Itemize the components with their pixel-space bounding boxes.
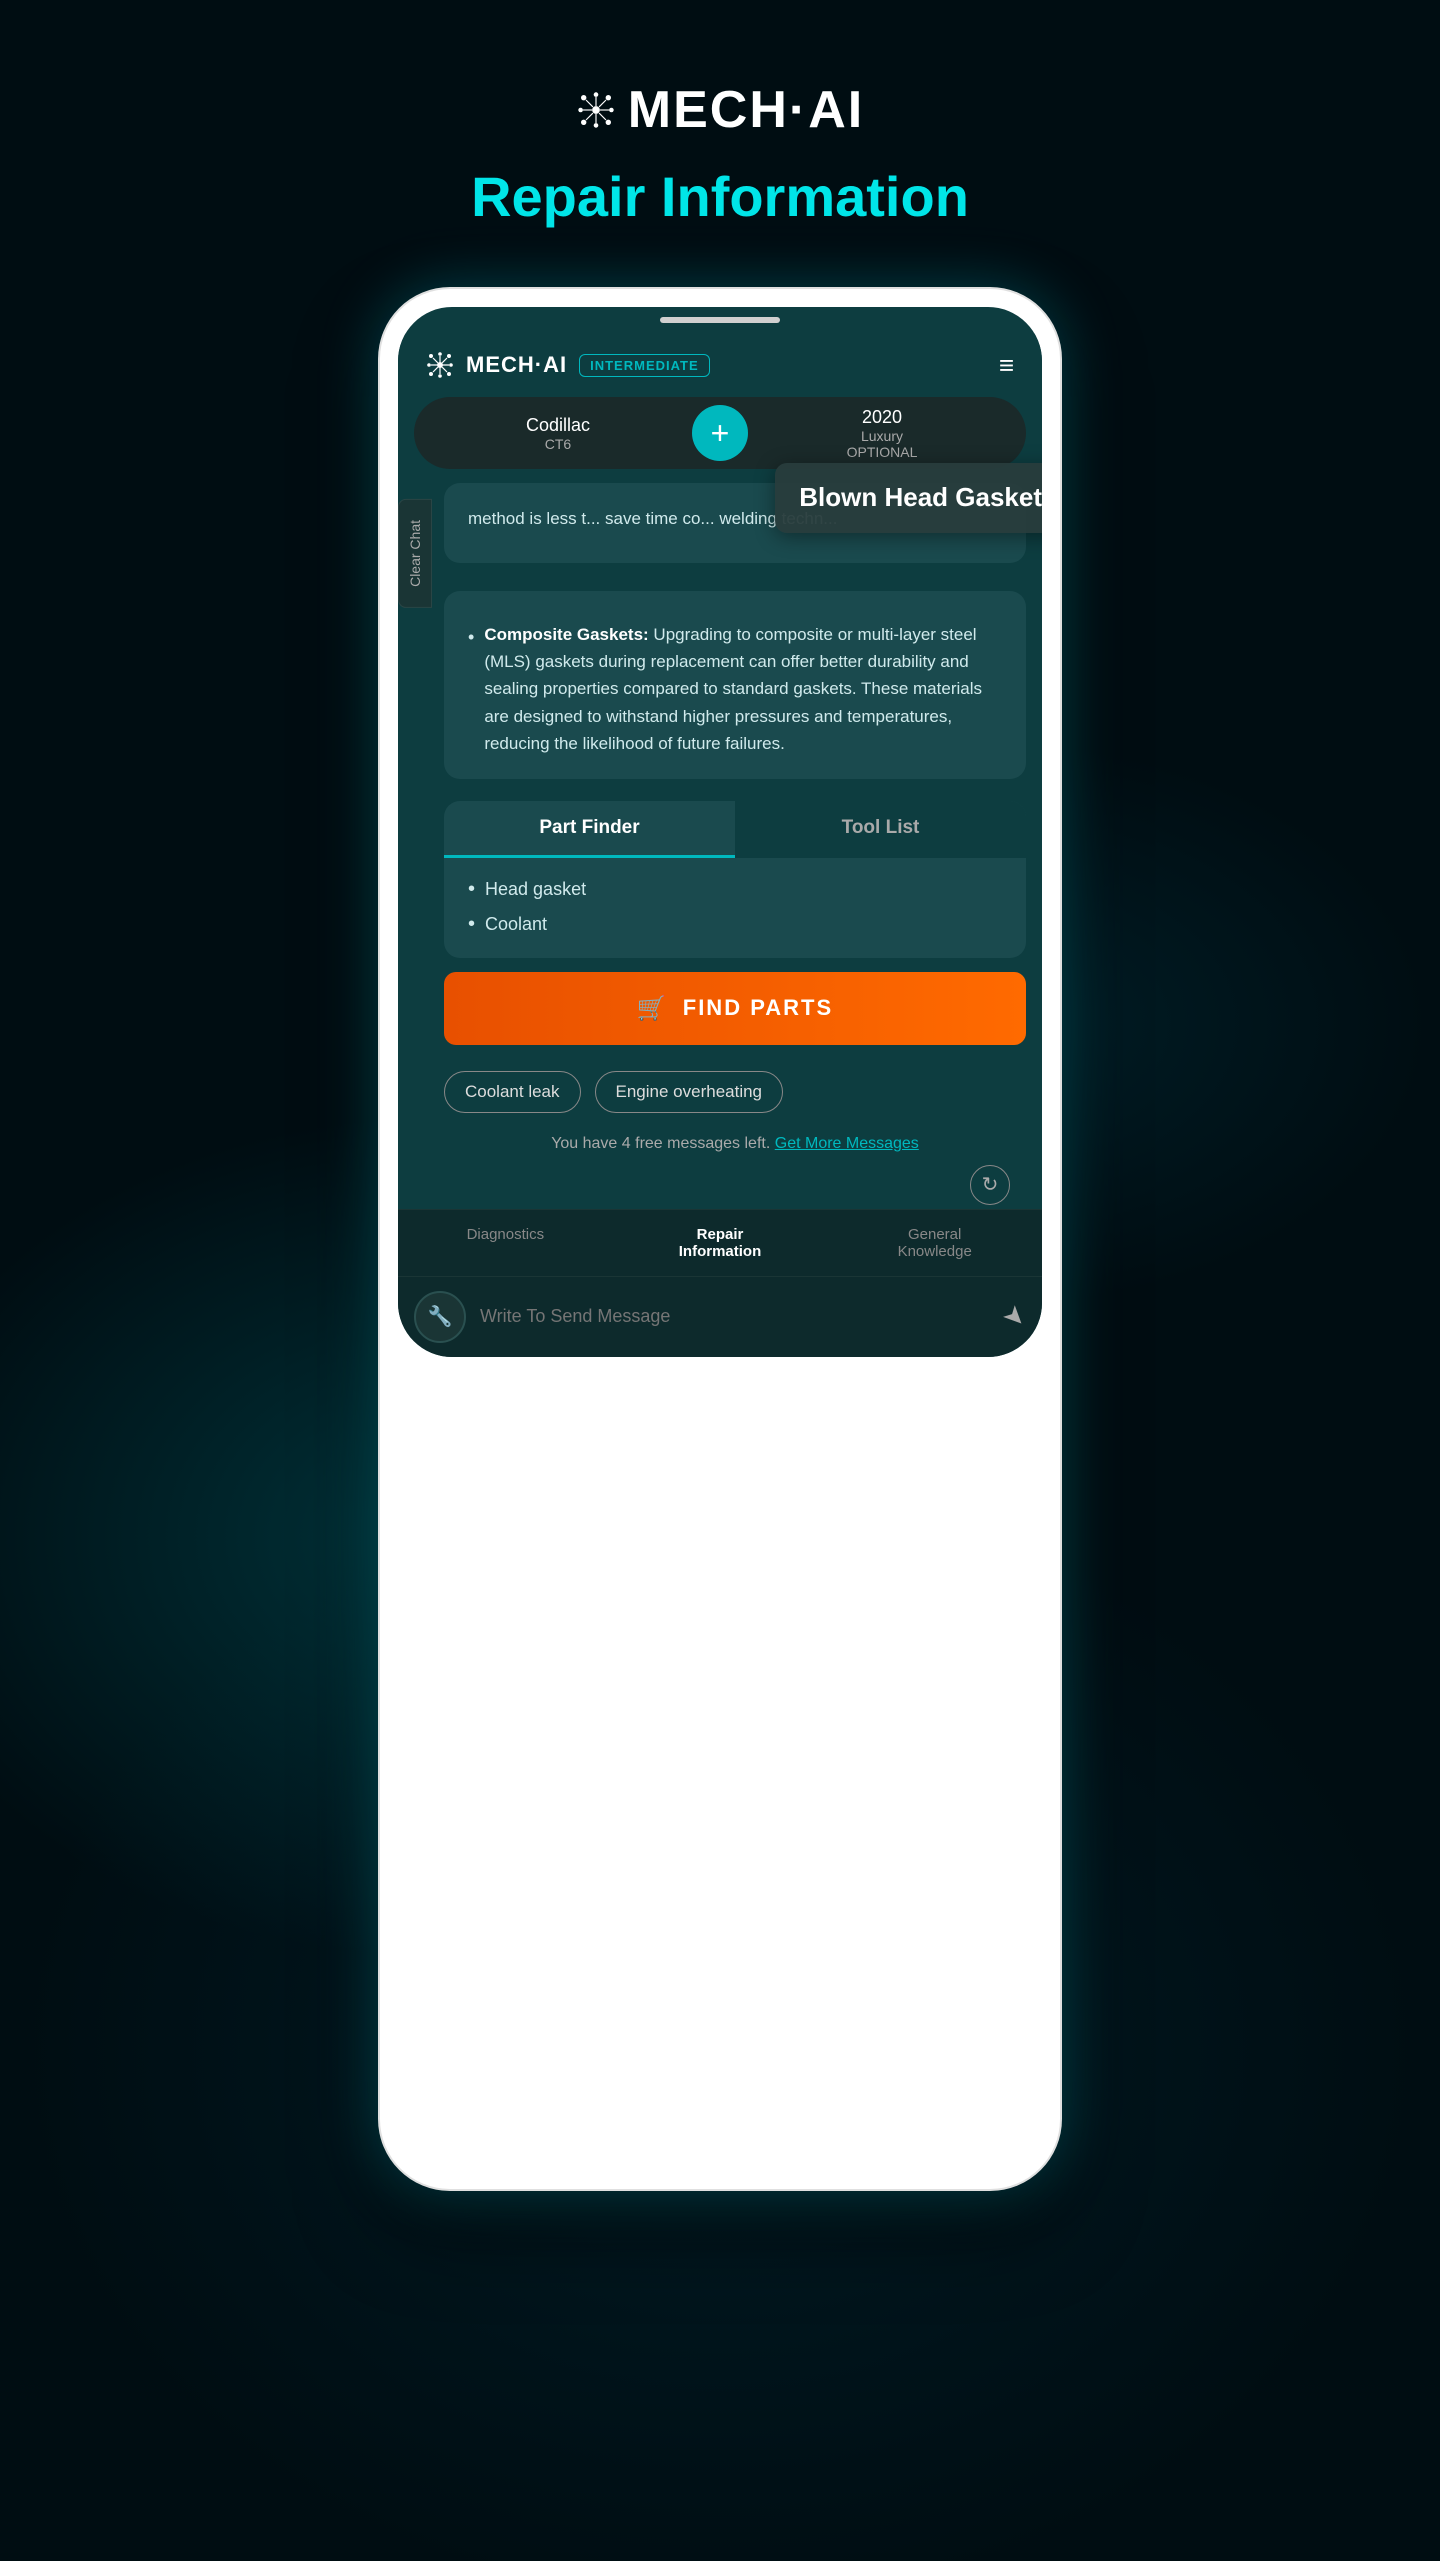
vehicle-info-left: Codillac CT6 (434, 415, 682, 452)
refresh-button[interactable]: ↻ (970, 1165, 1010, 1205)
obd-symbol: 🔧 (428, 1304, 453, 1329)
parts-list-item-1: Head gasket (468, 878, 1002, 901)
message-input-area: 🔧 ➤ (398, 1276, 1042, 1357)
suggestion-chips: Coolant leak Engine overheating (444, 1061, 1026, 1123)
bullet-text-composite: Composite Gaskets: Upgrading to composit… (484, 621, 1002, 757)
composite-body: Upgrading to composite or multi-layer st… (484, 625, 982, 753)
vehicle-trim: Luxury OPTIONAL (758, 428, 1006, 460)
obd-icon: 🔧 (414, 1291, 466, 1343)
main-chat: method is less t... save time co... weld… (428, 469, 1042, 1209)
level-badge: INTERMEDIATE (579, 354, 710, 377)
cart-icon: 🛒 (637, 994, 669, 1023)
parts-list-item-2: Coolant (468, 913, 1002, 936)
hamburger-menu[interactable]: ≡ (999, 352, 1014, 378)
app-logo-area: MECH·AI INTERMEDIATE (426, 351, 710, 379)
app-logo-icon (426, 351, 454, 379)
part-name-1: Head gasket (485, 879, 586, 900)
get-more-messages-link[interactable]: Get More Messages (775, 1135, 919, 1152)
send-button[interactable]: ➤ (996, 1298, 1033, 1335)
find-parts-label: FIND PARTS (683, 995, 833, 1021)
tooltip-text: Blown Head Gasket (799, 482, 1042, 512)
composite-rest: Gaskets: (572, 625, 649, 644)
refresh-icon: ↻ (982, 1172, 999, 1197)
app-header: MECH·AI INTERMEDIATE ≡ (398, 333, 1042, 397)
clear-chat-button[interactable]: Clear Chat (398, 499, 432, 608)
free-messages-text: You have 4 free messages left. (551, 1135, 770, 1152)
parts-content: Head gasket Coolant (444, 858, 1026, 958)
bullet-item-composite: • Composite Gaskets: Upgrading to compos… (468, 621, 1002, 757)
blown-head-gasket-tooltip: Blown Head Gasket (775, 463, 1042, 533)
phone-inner: MECH·AI INTERMEDIATE ≡ Codillac CT6 + 20… (398, 307, 1042, 1357)
phone-mockup: MECH·AI INTERMEDIATE ≡ Codillac CT6 + 20… (380, 289, 1060, 2189)
brand-logo: MECH·AI (576, 80, 864, 140)
brand-name: MECH·AI (628, 80, 864, 140)
nav-repair-information[interactable]: RepairInformation (613, 1210, 828, 1276)
chip-coolant-leak[interactable]: Coolant leak (444, 1071, 581, 1113)
app-name: MECH·AI (466, 352, 567, 378)
parts-tabs: Part Finder Tool List (444, 801, 1026, 858)
bullet-dot: • (468, 623, 474, 757)
refresh-area: ↻ (444, 1165, 1026, 1205)
nav-general-knowledge[interactable]: GeneralKnowledge (827, 1210, 1042, 1276)
page-title: Repair Information (471, 164, 969, 229)
nav-repair-label: RepairInformation (679, 1226, 762, 1260)
chat-bubble-truncated: method is less t... save time co... weld… (444, 483, 1026, 563)
vehicle-year: 2020 (758, 407, 1006, 428)
brand-header: MECH·AI Repair Information (471, 80, 969, 289)
composite-gaskets-bubble: • Composite Gaskets: Upgrading to compos… (444, 591, 1026, 779)
mech-ai-logo-icon (576, 90, 616, 130)
parts-section: Part Finder Tool List Head gasket Coolan… (444, 801, 1026, 958)
chip-engine-overheating[interactable]: Engine overheating (595, 1071, 784, 1113)
page-content: MECH·AI Repair Information (0, 0, 1440, 2189)
tab-tool-list[interactable]: Tool List (735, 801, 1026, 858)
free-messages-bar: You have 4 free messages left. Get More … (444, 1123, 1026, 1165)
nav-general-label: GeneralKnowledge (898, 1226, 972, 1260)
part-name-2: Coolant (485, 914, 547, 935)
phone-speaker (660, 317, 780, 323)
composite-title: Composite (484, 625, 572, 644)
tab-part-finder[interactable]: Part Finder (444, 801, 735, 858)
message-input[interactable] (480, 1306, 990, 1327)
nav-diagnostics[interactable]: Diagnostics (398, 1210, 613, 1276)
find-parts-button[interactable]: 🛒 FIND PARTS (444, 972, 1026, 1045)
add-vehicle-button[interactable]: + (692, 405, 748, 461)
chat-area: Clear Chat method is less t... save time… (398, 469, 1042, 1209)
bottom-nav: Diagnostics RepairInformation GeneralKno… (398, 1209, 1042, 1276)
vehicle-info-right: 2020 Luxury OPTIONAL (758, 407, 1006, 460)
vehicle-make: Codillac (434, 415, 682, 436)
trim-option: OPTIONAL (847, 444, 918, 460)
vehicle-bar: Codillac CT6 + 2020 Luxury OPTIONAL (414, 397, 1026, 469)
trim-label: Luxury (861, 428, 903, 444)
vehicle-model: CT6 (434, 436, 682, 452)
